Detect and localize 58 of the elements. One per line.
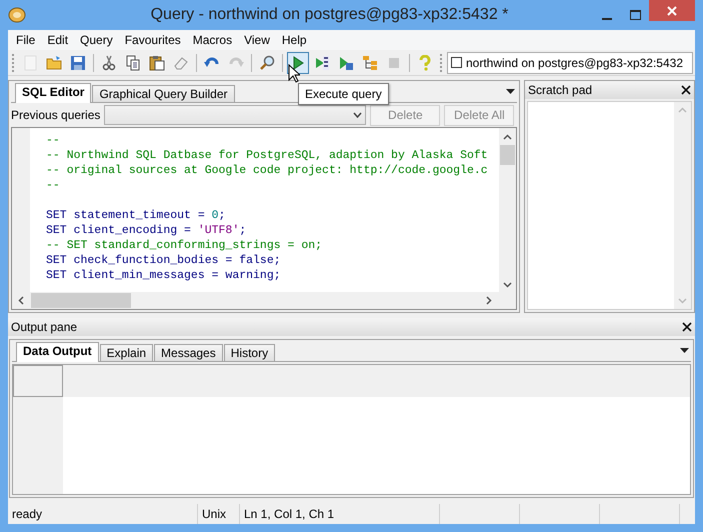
maximize-icon [630, 10, 640, 20]
help-question-icon [417, 54, 433, 70]
play-save-icon [338, 54, 354, 70]
status-text: Ln 1, Col 1, Ch 1 [240, 504, 440, 524]
code-line: -- original sources at Google code project: http://code.google.c [46, 163, 488, 178]
tab[interactable]: Graphical Query Builder [92, 85, 235, 102]
tab[interactable]: History [224, 344, 276, 361]
menu-item[interactable]: View [238, 31, 276, 49]
code-line: -- SET standard_conforming_strings = on; [46, 238, 324, 253]
code-line: SET statement_timeout = 0; [46, 208, 226, 223]
code-line: SET client_encoding = 'UTF8'; [46, 223, 248, 238]
vertical-scrollbar[interactable] [499, 128, 516, 292]
code-line: SET client_min_messages = warning; [46, 268, 282, 283]
checkbox[interactable] [451, 57, 462, 68]
menu-item[interactable]: Favourites [118, 31, 187, 49]
tab[interactable]: SQL Editor [15, 83, 92, 103]
folder-icon [46, 54, 62, 70]
code-line: -- Northwind SQL Datbase for PostgreSQL, adaption by Alaska Soft [46, 148, 488, 163]
status-text: ready [8, 504, 198, 524]
code-line: SET check_function_bodies = false; [46, 253, 282, 268]
menu-item[interactable]: File [10, 31, 42, 49]
menu-item[interactable]: Edit [41, 31, 74, 49]
tooltip: Execute query [298, 83, 389, 105]
dropdown-arrow-icon[interactable] [680, 348, 689, 354]
status-text: Unix [198, 504, 240, 524]
toolbar-button[interactable] [287, 52, 309, 74]
app-icon [8, 6, 26, 24]
tree-diagram-icon [362, 54, 378, 70]
code-line: -- [46, 133, 61, 148]
close-icon[interactable] [682, 322, 692, 332]
minimize-icon [602, 18, 612, 20]
eraser-icon [173, 54, 189, 70]
magnifier-icon [259, 54, 275, 70]
panel-title: Output pane [11, 319, 78, 336]
tab[interactable]: Explain [100, 344, 154, 361]
caret-icon [353, 112, 362, 118]
close-icon [667, 6, 677, 16]
menu-item[interactable]: Query [74, 31, 119, 49]
scissors-icon [101, 54, 117, 70]
window-title: Query - northwind on postgres@pg83-xp32:5432 * [150, 5, 510, 25]
field-label: Previous queries [11, 107, 100, 124]
scrollbar-thumb[interactable] [31, 293, 131, 308]
code-line: -- [46, 178, 61, 193]
mouse-cursor-icon [288, 64, 300, 84]
scrollbar-thumb[interactable] [500, 145, 515, 165]
tab[interactable]: Data Output [16, 342, 99, 362]
horizontal-scrollbar[interactable] [12, 292, 499, 309]
clipboard-icon [149, 54, 165, 70]
menu-item[interactable]: Help [276, 31, 313, 49]
dropdown-arrow-icon[interactable] [506, 89, 515, 95]
close-button[interactable] [649, 0, 695, 21]
connection-combo[interactable]: northwind on postgres@pg83-xp32:5432 [447, 52, 693, 74]
tab[interactable]: Messages [154, 344, 223, 361]
menu-item[interactable]: Macros [186, 31, 238, 49]
close-icon[interactable] [681, 85, 691, 95]
play-script-icon [314, 54, 330, 70]
copy-icon [125, 54, 141, 70]
panel-title: Scratch pad [528, 82, 592, 99]
